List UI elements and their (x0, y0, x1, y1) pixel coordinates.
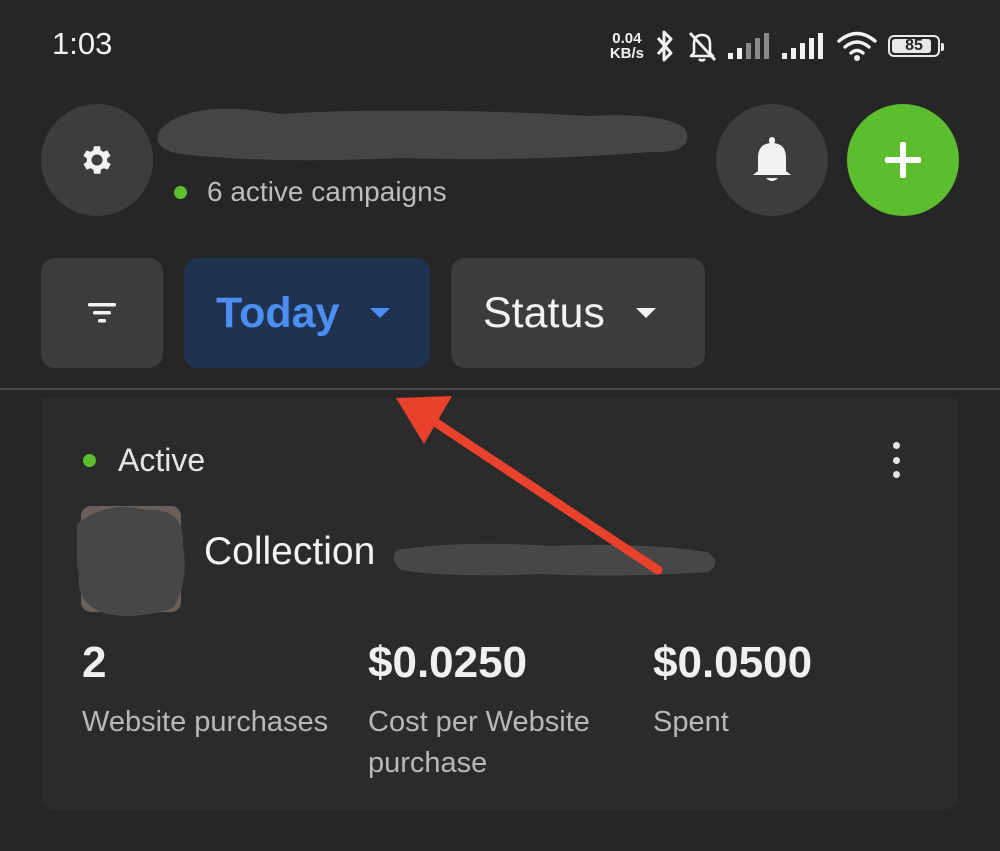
status-time: 1:03 (52, 26, 113, 61)
active-status-dot (174, 185, 187, 199)
signal-icon (728, 33, 769, 59)
status-dot (83, 454, 96, 467)
signal-icon (782, 33, 823, 59)
metric-label: Cost per Website purchase (368, 706, 590, 779)
network-speed-value: 0.04 (612, 30, 642, 47)
plus-icon (885, 142, 921, 178)
metric-label: Website purchases (82, 706, 329, 738)
more-options-button[interactable] (886, 442, 906, 478)
metric-cost-per-purchase: $0.0250 Cost per Website purchase (368, 638, 628, 784)
campaign-thumbnail-redacted (77, 506, 185, 616)
network-speed-unit: KB/s (609, 45, 644, 62)
bell-icon (753, 137, 791, 181)
metric-value: $0.0500 (653, 638, 813, 687)
date-range-dropdown[interactable]: Today (184, 258, 430, 368)
metric-website-purchases: 2 Website purchases (82, 638, 352, 743)
status-label: Status (483, 288, 605, 337)
wifi-icon (837, 31, 877, 61)
chevron-down-icon (370, 308, 391, 318)
settings-button[interactable] (41, 104, 153, 216)
divider (0, 388, 1000, 390)
campaign-status: Active (83, 442, 205, 479)
campaign-status-label: Active (118, 442, 206, 478)
battery-level: 85 (905, 37, 923, 54)
metric-value: 2 (82, 638, 107, 687)
metric-spent: $0.0500 Spent (653, 638, 853, 743)
battery-icon: 85 (888, 35, 944, 57)
bell-off-icon (688, 32, 717, 62)
filter-icon (88, 303, 116, 323)
bluetooth-icon (656, 30, 673, 62)
create-campaign-button[interactable] (847, 104, 959, 216)
active-campaigns-count: 6 active campaigns (174, 176, 447, 208)
gear-icon (83, 146, 111, 174)
network-speed: 0.04 KB/s (610, 31, 644, 61)
filter-button[interactable] (41, 258, 163, 368)
status-dropdown[interactable]: Status (451, 258, 705, 368)
date-range-label: Today (216, 288, 340, 337)
campaign-name-redacted (393, 543, 716, 576)
metric-value: $0.0250 (368, 638, 528, 687)
account-name-redacted (157, 108, 688, 161)
status-icons: 0.04 KB/s 85 (610, 28, 944, 64)
campaign-card[interactable]: Active Collection 2 Website purchases $0… (41, 398, 958, 810)
notifications-button[interactable] (716, 104, 828, 216)
metric-label: Spent (653, 706, 729, 738)
campaign-name: Collection (204, 530, 376, 573)
chevron-down-icon (635, 308, 656, 318)
active-campaigns-label: 6 active campaigns (207, 176, 447, 207)
more-icon (892, 442, 900, 449)
